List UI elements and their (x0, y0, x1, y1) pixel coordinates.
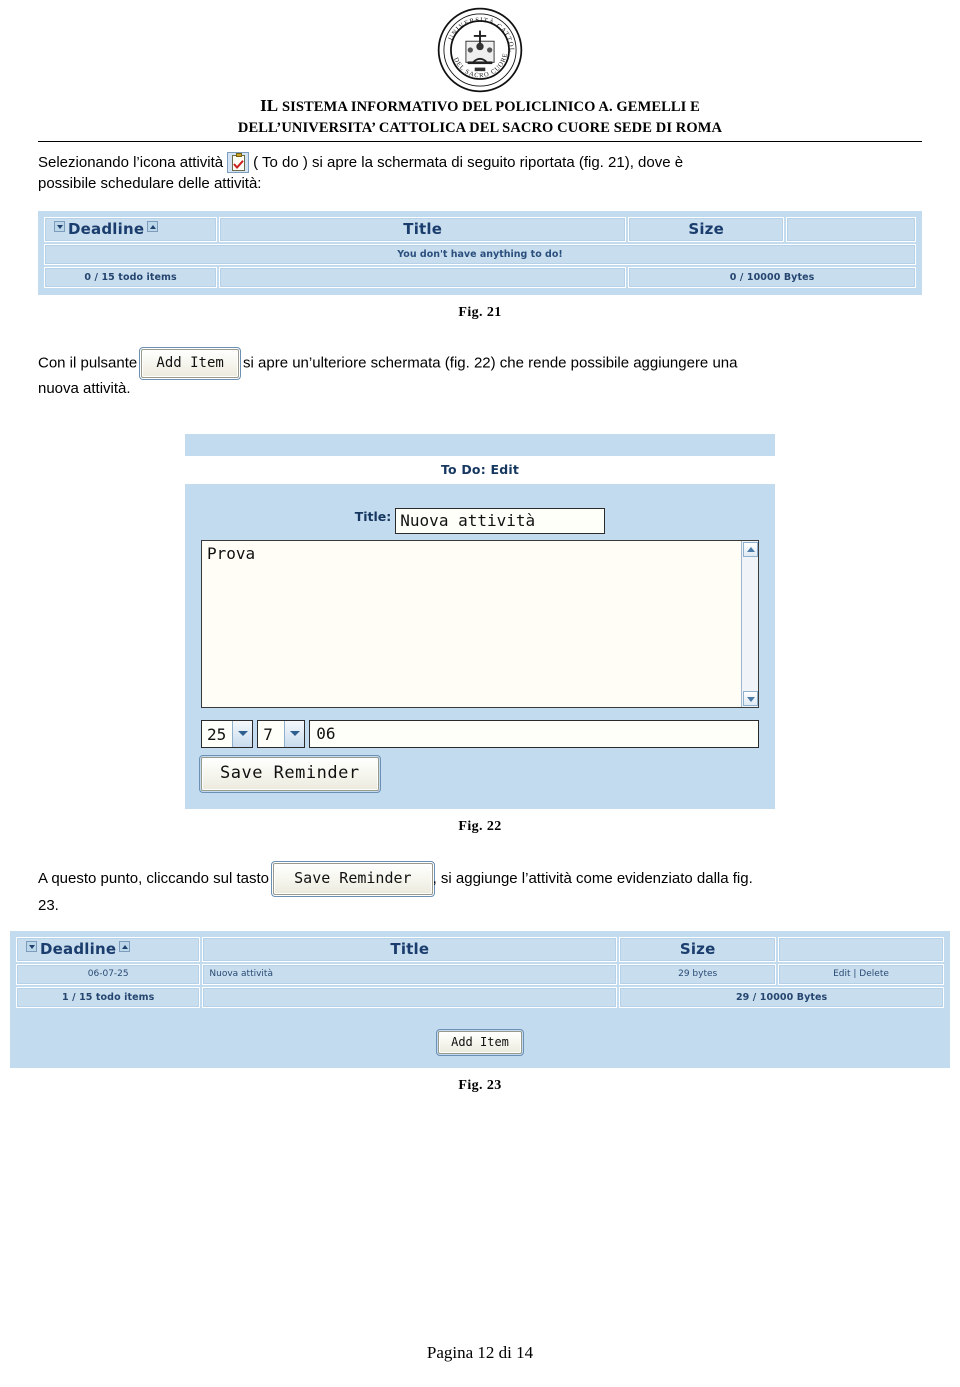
fig23-row-deadline: 06-07-25 (16, 963, 201, 985)
sort-ascending-icon[interactable] (147, 221, 159, 233)
paragraph-1-text-c: possibile schedulare delle attività: (38, 175, 262, 192)
fig23-column-actions (778, 936, 944, 962)
table-row: 06-07-25 Nuova attività 29 bytes Edit | … (16, 963, 944, 985)
header-title-dropcap: IL (260, 96, 279, 115)
fig22-textarea-scrollbar[interactable] (741, 540, 758, 707)
fig22-day-value: 25 (207, 725, 227, 745)
fig23-footer-row: 1 / 15 todo items 29 / 10000 Bytes (16, 986, 944, 1008)
fig22-title-row: Title: Nuova attività (201, 507, 759, 534)
fig22-day-select[interactable]: 25 (201, 719, 254, 748)
fig21-todo-table: Deadline Title Size You don't have anyth… (42, 215, 918, 290)
fig23-todo-table: Deadline Title Size 06-07-25 Nuova attiv… (14, 935, 946, 1010)
fig23-row-actions[interactable]: Edit | Delete (778, 963, 944, 985)
fig21-column-deadline[interactable]: Deadline (44, 217, 218, 243)
paragraph-1: Selezionando l’icona attività ( To do ) … (38, 151, 922, 195)
fig21-footer-bytes: 0 / 10000 Bytes (628, 267, 916, 289)
fig23-row-title: Nuova attività (202, 963, 618, 985)
fig22-title-input[interactable]: Nuova attività (395, 507, 606, 534)
paragraph-1-text-a: Selezionando l’icona attività (38, 153, 224, 171)
sort-descending-icon[interactable] (26, 940, 37, 952)
fig21-column-title[interactable]: Title (219, 217, 627, 243)
fig22-date-row: 25 7 06 (201, 719, 759, 748)
fig21-column-deadline-label: Deadline (68, 220, 145, 239)
fig21-footer-items: 0 / 15 todo items (44, 267, 218, 289)
scroll-up-icon[interactable] (743, 541, 758, 557)
fig23-screenshot: Deadline Title Size 06-07-25 Nuova attiv… (10, 929, 950, 1068)
paragraph-2-text-b: si apre un’ulteriore schermata (fig. 22)… (243, 354, 738, 372)
fig21-column-size[interactable]: Size (628, 217, 785, 243)
fig22-description-textarea[interactable]: Prova (201, 539, 759, 708)
fig22-panel-title: To Do: Edit (185, 455, 775, 484)
fig22-caption: Fig. 22 (458, 818, 502, 834)
header-title-line-2: DELL’UNIVERSITA’ CATTOLICA DEL SACRO CUO… (237, 120, 723, 137)
fig23-caption: Fig. 23 (458, 1077, 502, 1093)
document-header: UNIVERSITÀ CATTOLICA DEL SACRO CUORE IL … (0, 0, 960, 142)
fig23-todo-table-container: Deadline Title Size 06-07-25 Nuova attiv… (10, 929, 950, 1015)
header-title-line-1: IL SISTEMA INFORMATIVO DEL POLICLINICO A… (0, 94, 960, 118)
fig22-top-band (185, 433, 775, 456)
fig21-header-row: Deadline Title Size (44, 217, 916, 243)
paragraph-3-text-a: A questo punto, cliccando sul tasto (38, 869, 269, 887)
fig21-empty-row: You don't have anything to do! (44, 244, 916, 266)
header-divider (38, 140, 922, 142)
sort-ascending-icon[interactable] (119, 940, 131, 952)
fig22-month-select[interactable]: 7 (257, 719, 306, 748)
fig21-footer-row: 0 / 15 todo items 0 / 10000 Bytes (44, 267, 916, 289)
fig21-column-actions (786, 217, 916, 243)
paragraph-3-text-b: , si aggiunge l’attività come evidenziat… (432, 869, 753, 887)
fig22-screenshot: To Do: Edit Title: Nuova attività Prova 2… (185, 433, 775, 809)
fig22-save-row: Save Reminder (199, 748, 759, 793)
paragraph-2-text-c: nuova attività. (38, 380, 131, 398)
fig23-row-size: 29 bytes (619, 963, 777, 985)
fig21-screenshot: Deadline Title Size You don't have anyth… (38, 210, 922, 296)
fig23-column-title[interactable]: Title (202, 936, 618, 962)
sort-descending-icon[interactable] (54, 221, 65, 233)
paragraph-2: Con il pulsante Add Item si apre un’ulte… (38, 347, 922, 399)
save-reminder-button[interactable]: Save Reminder (199, 754, 381, 793)
scroll-down-icon[interactable] (743, 690, 758, 706)
paragraph-3: A questo punto, cliccando sul tasto Save… (38, 860, 922, 916)
save-reminder-button-inline[interactable]: Save Reminder (271, 860, 435, 897)
chevron-down-icon[interactable] (232, 720, 253, 747)
fig21-caption: Fig. 21 (458, 305, 502, 321)
page-root: { "header": { "crest_alt": "university-c… (0, 0, 960, 1387)
fig23-footer-items: 1 / 15 todo items (16, 986, 201, 1008)
fig21-todo-table-container: Deadline Title Size You don't have anyth… (38, 210, 922, 296)
chevron-down-icon[interactable] (284, 720, 305, 747)
fig23-column-size[interactable]: Size (619, 936, 777, 962)
header-title-rest: SISTEMA INFORMATIVO DEL POLICLINICO A. G… (278, 99, 700, 115)
university-crest-icon: UNIVERSITÀ CATTOLICA DEL SACRO CUORE (436, 6, 523, 93)
paragraph-2-text-a: Con il pulsante (38, 354, 138, 372)
page-footer: Pagina 12 di 14 (426, 1343, 534, 1362)
fig22-panel-body: Title: Nuova attività Prova 25 7 06 Save… (185, 483, 775, 809)
fig23-column-deadline[interactable]: Deadline (16, 936, 201, 962)
document-content: Selezionando l’icona attività ( To do ) … (0, 151, 960, 1094)
fig23-header-row: Deadline Title Size (16, 936, 944, 962)
fig23-footer-spacer (202, 986, 618, 1008)
fig21-empty-message: You don't have anything to do! (44, 244, 916, 266)
fig21-footer-spacer (219, 267, 627, 289)
paragraph-3-text-c: 23. (38, 896, 59, 914)
fig22-title-label: Title: (354, 508, 392, 524)
todo-clipboard-icon (227, 151, 250, 173)
fig22-year-input[interactable]: 06 (309, 719, 759, 748)
fig23-footer-bytes: 29 / 10000 Bytes (619, 986, 944, 1008)
add-item-button-inline[interactable]: Add Item (139, 347, 241, 381)
fig23-add-item-area: Add Item (10, 1014, 950, 1068)
fig23-column-deadline-label: Deadline (40, 939, 117, 958)
add-item-button[interactable]: Add Item (436, 1028, 524, 1056)
fig22-month-value: 7 (263, 725, 273, 745)
paragraph-1-text-b: ( To do ) si apre la schermata di seguit… (253, 153, 684, 171)
fig22-description-wrapper: Prova (201, 539, 759, 708)
